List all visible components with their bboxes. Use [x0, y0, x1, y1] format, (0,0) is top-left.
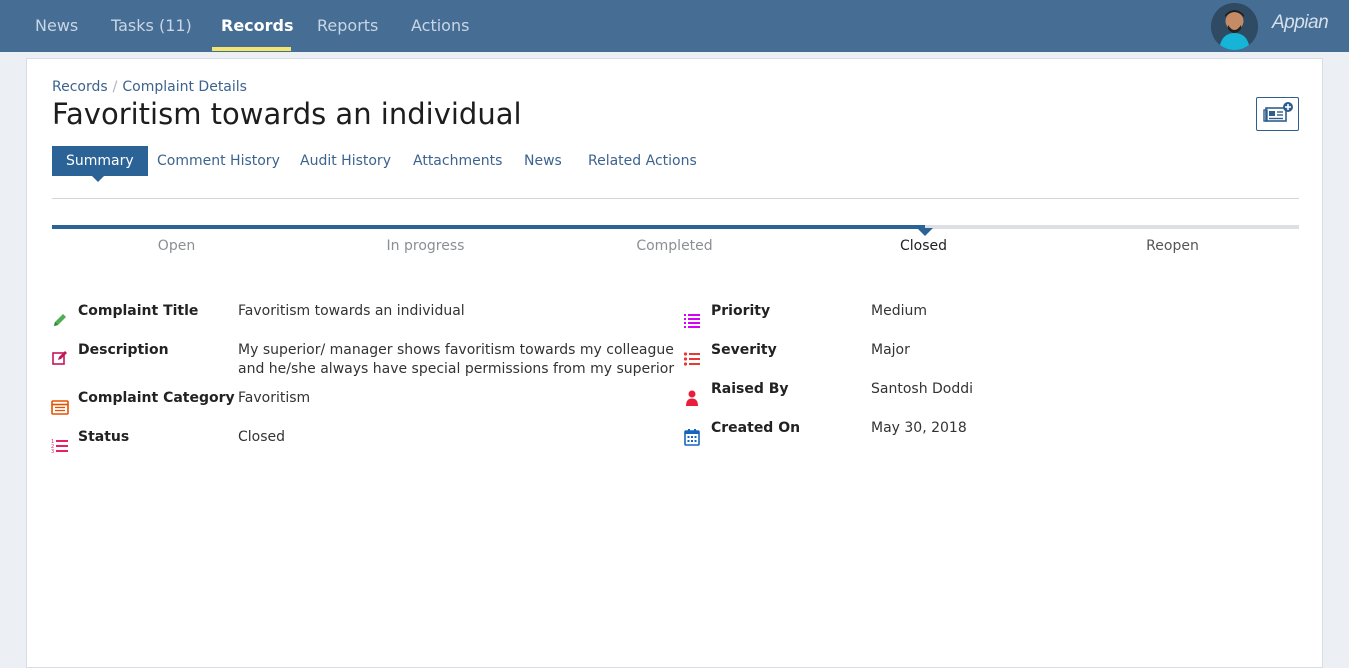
priority-label: Priority — [711, 303, 771, 319]
stage-closed: Closed — [899, 238, 948, 254]
list-icon — [683, 311, 701, 329]
status-label: Status — [78, 429, 130, 445]
description-label: Description — [78, 342, 169, 358]
status-progress-track — [52, 225, 1299, 236]
breadcrumb-separator: / — [112, 79, 118, 95]
status-progress-marker — [917, 228, 933, 236]
priority-value: Medium — [871, 303, 927, 319]
nav-actions[interactable]: Actions — [411, 0, 469, 52]
tab-active-pointer — [92, 176, 104, 182]
description-value-line-2: and he/she always have special permissio… — [238, 361, 675, 377]
stage-reopen: Reopen — [1146, 238, 1199, 254]
tab-summary-label: Summary — [66, 153, 134, 169]
complaint-category-label: Complaint Category — [78, 390, 235, 406]
nav-records[interactable]: Records — [221, 0, 294, 52]
avatar[interactable] — [1211, 3, 1258, 50]
calendar-icon — [683, 428, 701, 446]
tab-related-actions[interactable]: Related Actions — [588, 146, 697, 176]
user-icon — [683, 389, 701, 407]
raised-by-value: Santosh Doddi — [871, 381, 974, 397]
complaint-category-value: Favoritism — [238, 390, 311, 406]
status-progress-fill — [52, 225, 925, 229]
record-card: Records / Complaint Details Favoritism tow… — [26, 58, 1323, 668]
numbered-list-icon: 123 — [51, 437, 69, 455]
nav-tasks[interactable]: Tasks (11) — [111, 0, 192, 52]
breadcrumb-records-link[interactable]: Records — [52, 79, 108, 95]
created-on-label: Created On — [711, 420, 801, 436]
top-navigation-bar: News Tasks (11) Records Reports Actions … — [0, 0, 1349, 52]
created-on-value: May 30, 2018 — [871, 420, 967, 436]
nav-news[interactable]: News — [35, 0, 78, 52]
svg-text:3: 3 — [51, 449, 54, 455]
user-avatar-icon — [1211, 3, 1258, 50]
tab-summary[interactable]: Summary — [52, 146, 148, 182]
bullet-list-icon — [683, 350, 701, 368]
raised-by-label: Raised By — [711, 381, 789, 397]
add-to-news-button[interactable] — [1256, 97, 1299, 131]
page-title: Favoritism towards an individual — [52, 97, 522, 131]
pencil-icon — [51, 311, 69, 329]
stage-completed: Completed — [636, 238, 713, 254]
tab-comment-history[interactable]: Comment History — [157, 146, 280, 176]
stage-in-progress: In progress — [386, 238, 465, 254]
edit-icon — [51, 349, 69, 367]
complaint-title-value: Favoritism towards an individual — [238, 303, 465, 319]
tabs-divider — [52, 198, 1299, 199]
tab-news[interactable]: News — [524, 146, 562, 176]
appian-logo[interactable]: Appian — [1272, 12, 1329, 34]
nav-active-underline — [212, 47, 291, 51]
record-tabs: Summary Comment History Audit History At… — [52, 146, 1299, 182]
stage-open: Open — [157, 238, 196, 254]
nav-reports[interactable]: Reports — [317, 0, 378, 52]
severity-value: Major — [871, 342, 910, 358]
description-value-line-1: My superior/ manager shows favoritism to… — [238, 342, 674, 358]
list-card-icon — [51, 398, 69, 416]
tab-audit-history[interactable]: Audit History — [300, 146, 391, 176]
news-add-icon — [1263, 102, 1293, 122]
severity-label: Severity — [711, 342, 777, 358]
breadcrumb: Records / Complaint Details — [52, 79, 247, 95]
complaint-title-label: Complaint Title — [78, 303, 199, 319]
breadcrumb-complaint-details-link[interactable]: Complaint Details — [122, 79, 247, 95]
tab-attachments[interactable]: Attachments — [413, 146, 502, 176]
status-value: Closed — [238, 429, 286, 445]
